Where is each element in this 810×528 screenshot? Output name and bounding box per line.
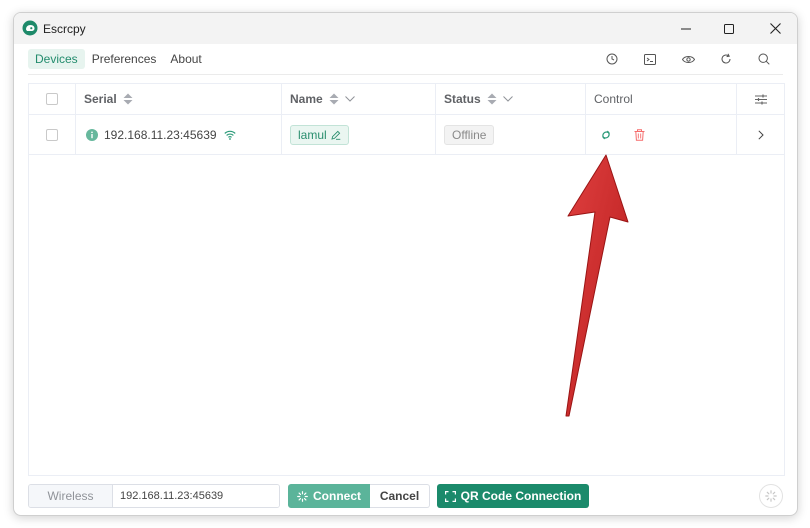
delete-icon[interactable] bbox=[634, 128, 645, 141]
wifi-icon bbox=[223, 130, 236, 140]
qr-code-connection-button[interactable]: QR Code Connection bbox=[437, 484, 589, 508]
row-checkbox[interactable] bbox=[46, 128, 58, 141]
toolbar bbox=[593, 49, 783, 69]
delete-button[interactable] bbox=[634, 128, 645, 141]
terminal-button[interactable] bbox=[631, 49, 669, 69]
connect-button-group: Connect Cancel bbox=[288, 484, 430, 508]
mirror-button[interactable] bbox=[600, 129, 612, 141]
connection-bar: Wireless Connect Cancel QR Code Connecti… bbox=[28, 484, 589, 508]
clock-icon bbox=[606, 53, 618, 65]
menu-about[interactable]: About bbox=[163, 49, 208, 69]
app-logo-icon bbox=[22, 20, 38, 36]
header-status-label: Status bbox=[444, 92, 481, 106]
loading-spinner-icon bbox=[297, 490, 308, 502]
search-icon bbox=[758, 53, 770, 65]
eye-icon bbox=[681, 55, 695, 63]
row-control-cell bbox=[586, 115, 737, 154]
table-row: 192.168.11.23:45639 lamul Offline bbox=[29, 115, 784, 155]
search-button[interactable] bbox=[745, 49, 783, 69]
header-column-settings[interactable] bbox=[737, 84, 784, 114]
header-name[interactable]: Name bbox=[282, 84, 436, 114]
chevron-down-icon[interactable] bbox=[502, 96, 513, 102]
device-name: lamul bbox=[298, 127, 327, 142]
window-title: Escrcpy bbox=[43, 22, 86, 36]
refresh-button[interactable] bbox=[707, 49, 745, 69]
sort-icon[interactable] bbox=[329, 93, 339, 105]
menu-bar: Devices Preferences About bbox=[28, 49, 209, 69]
edit-icon[interactable] bbox=[331, 130, 341, 140]
view-button[interactable] bbox=[669, 49, 707, 69]
row-serial-cell: 192.168.11.23:45639 bbox=[76, 115, 282, 154]
header-control: Control bbox=[586, 84, 737, 114]
device-status-tag: Offline bbox=[444, 124, 495, 145]
device-name-tag[interactable]: lamul bbox=[290, 124, 349, 145]
history-button[interactable] bbox=[593, 49, 631, 69]
header-serial-label: Serial bbox=[84, 92, 117, 106]
header-serial[interactable]: Serial bbox=[76, 84, 282, 114]
refresh-icon bbox=[721, 53, 731, 64]
address-input[interactable] bbox=[113, 485, 279, 507]
qr-code-label: QR Code Connection bbox=[460, 489, 582, 503]
close-icon bbox=[769, 23, 781, 34]
terminal-icon bbox=[644, 53, 656, 65]
loading-spinner-icon bbox=[765, 490, 777, 502]
row-status-cell: Offline bbox=[436, 115, 586, 154]
connect-button[interactable]: Connect bbox=[288, 484, 370, 508]
row-expand-cell[interactable] bbox=[737, 115, 784, 154]
menu-preferences[interactable]: Preferences bbox=[85, 49, 164, 69]
wireless-prefix-label: Wireless bbox=[29, 485, 113, 507]
sort-icon[interactable] bbox=[487, 93, 497, 105]
table-header: Serial Name Status Control bbox=[29, 84, 784, 115]
chevron-right-icon[interactable] bbox=[757, 129, 764, 140]
info-icon[interactable] bbox=[86, 128, 98, 141]
close-button[interactable] bbox=[752, 13, 797, 44]
header-status[interactable]: Status bbox=[436, 84, 586, 114]
header-name-label: Name bbox=[290, 92, 323, 106]
maximize-icon bbox=[724, 23, 734, 34]
sliders-icon[interactable] bbox=[754, 94, 767, 105]
devices-table: Serial Name Status Control 192.168.11.23… bbox=[28, 83, 785, 476]
scan-icon bbox=[444, 490, 456, 502]
select-all-checkbox[interactable] bbox=[46, 93, 58, 105]
connect-label: Connect bbox=[313, 489, 361, 503]
mirror-icon[interactable] bbox=[600, 129, 612, 141]
app-window: Escrcpy Devices Preferences About Serial… bbox=[13, 12, 798, 516]
menu-separator bbox=[28, 74, 783, 75]
background-task-button[interactable] bbox=[759, 484, 783, 508]
cancel-button[interactable]: Cancel bbox=[370, 484, 430, 508]
minimize-icon bbox=[681, 28, 691, 29]
menu-devices[interactable]: Devices bbox=[28, 49, 85, 69]
wireless-address-group: Wireless bbox=[28, 484, 280, 508]
row-name-cell: lamul bbox=[282, 115, 436, 154]
maximize-button[interactable] bbox=[706, 13, 752, 44]
sort-icon[interactable] bbox=[123, 93, 133, 105]
title-bar[interactable]: Escrcpy bbox=[14, 13, 797, 44]
header-control-label: Control bbox=[594, 92, 633, 106]
device-serial: 192.168.11.23:45639 bbox=[104, 127, 217, 142]
chevron-down-icon[interactable] bbox=[344, 96, 355, 102]
header-select-all-cell bbox=[29, 84, 76, 114]
minimize-button[interactable] bbox=[663, 13, 709, 44]
row-select-cell bbox=[29, 115, 76, 154]
